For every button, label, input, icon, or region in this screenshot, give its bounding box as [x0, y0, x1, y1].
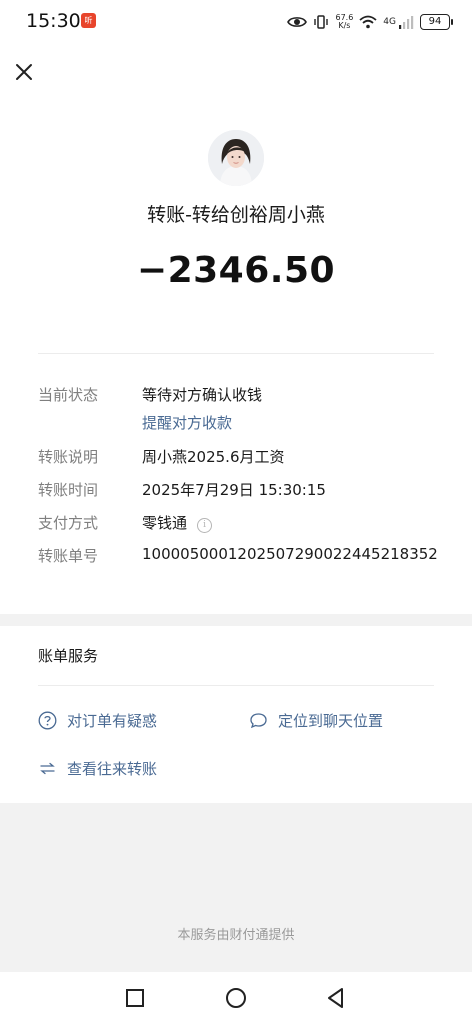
status-label: 当前状态 [38, 386, 99, 404]
method-label: 支付方式 [38, 514, 99, 532]
time-label: 转账时间 [38, 481, 99, 499]
info-icon[interactable]: i [197, 518, 213, 533]
status-time: 15:30 [26, 10, 81, 32]
close-icon[interactable] [10, 58, 38, 86]
network-speed-unit: K/s [338, 21, 351, 30]
recent-apps-icon[interactable] [123, 986, 147, 1010]
divider [38, 353, 434, 354]
status-bar: 15:30 听 67.6 K/s 4G 94 [0, 0, 472, 44]
transfer-detail-card: 转账-转给创裕周小燕 −2346.50 当前状态 等待对方确认收钱 提醒对方收款… [0, 44, 472, 614]
signal-icon [399, 16, 414, 29]
bill-services-card: 账单服务 对订单有疑惑 定位到聊天位置 查看往来转账 [0, 626, 472, 803]
method-value-wrap: 零钱通 i [142, 512, 213, 533]
avatar[interactable] [208, 130, 264, 186]
note-label: 转账说明 [38, 448, 99, 466]
locate-chat-button[interactable]: 定位到聊天位置 [249, 710, 383, 731]
wifi-icon [359, 15, 377, 29]
status-value: 等待对方确认收钱 [142, 386, 263, 404]
time-value: 2025年7月29日 15:30:15 [142, 481, 326, 499]
note-value: 周小燕2025.6月工资 [142, 448, 285, 466]
vibrate-icon [314, 15, 329, 29]
network-type: 4G [383, 17, 396, 27]
remind-receiver-link[interactable]: 提醒对方收款 [142, 412, 232, 433]
order-number: 1000050001202507290022445218352 [142, 545, 438, 563]
services-title: 账单服务 [38, 647, 99, 665]
avatar-photo-icon [208, 130, 264, 186]
transfer-title: 转账-转给创裕周小燕 [147, 204, 325, 226]
chat-bubble-icon [250, 713, 267, 729]
transfer-amount: −2346.50 [136, 250, 336, 291]
view-transfers-label: 查看往来转账 [67, 760, 158, 778]
view-transfers-button[interactable]: 查看往来转账 [38, 758, 157, 779]
status-icons: 67.6 K/s 4G 94 [287, 11, 453, 33]
battery-indicator: 94 [420, 14, 453, 30]
transfer-arrows-icon [40, 762, 55, 775]
locate-chat-label: 定位到聊天位置 [278, 712, 384, 730]
home-icon[interactable] [224, 986, 248, 1010]
provider-footer: 本服务由财付通提供 [177, 928, 295, 943]
eye-icon [287, 17, 308, 27]
order-label: 转账单号 [38, 547, 99, 565]
method-value: 零钱通 [142, 514, 188, 532]
divider [38, 685, 434, 686]
order-question-label: 对订单有疑惑 [67, 712, 158, 730]
network-speed: 67.6 K/s [335, 14, 353, 30]
question-circle-icon [38, 711, 57, 730]
order-question-button[interactable]: 对订单有疑惑 [38, 710, 157, 731]
app-notification-badge: 听 [81, 13, 96, 28]
system-nav-bar [0, 972, 472, 1024]
back-icon[interactable] [324, 986, 348, 1010]
